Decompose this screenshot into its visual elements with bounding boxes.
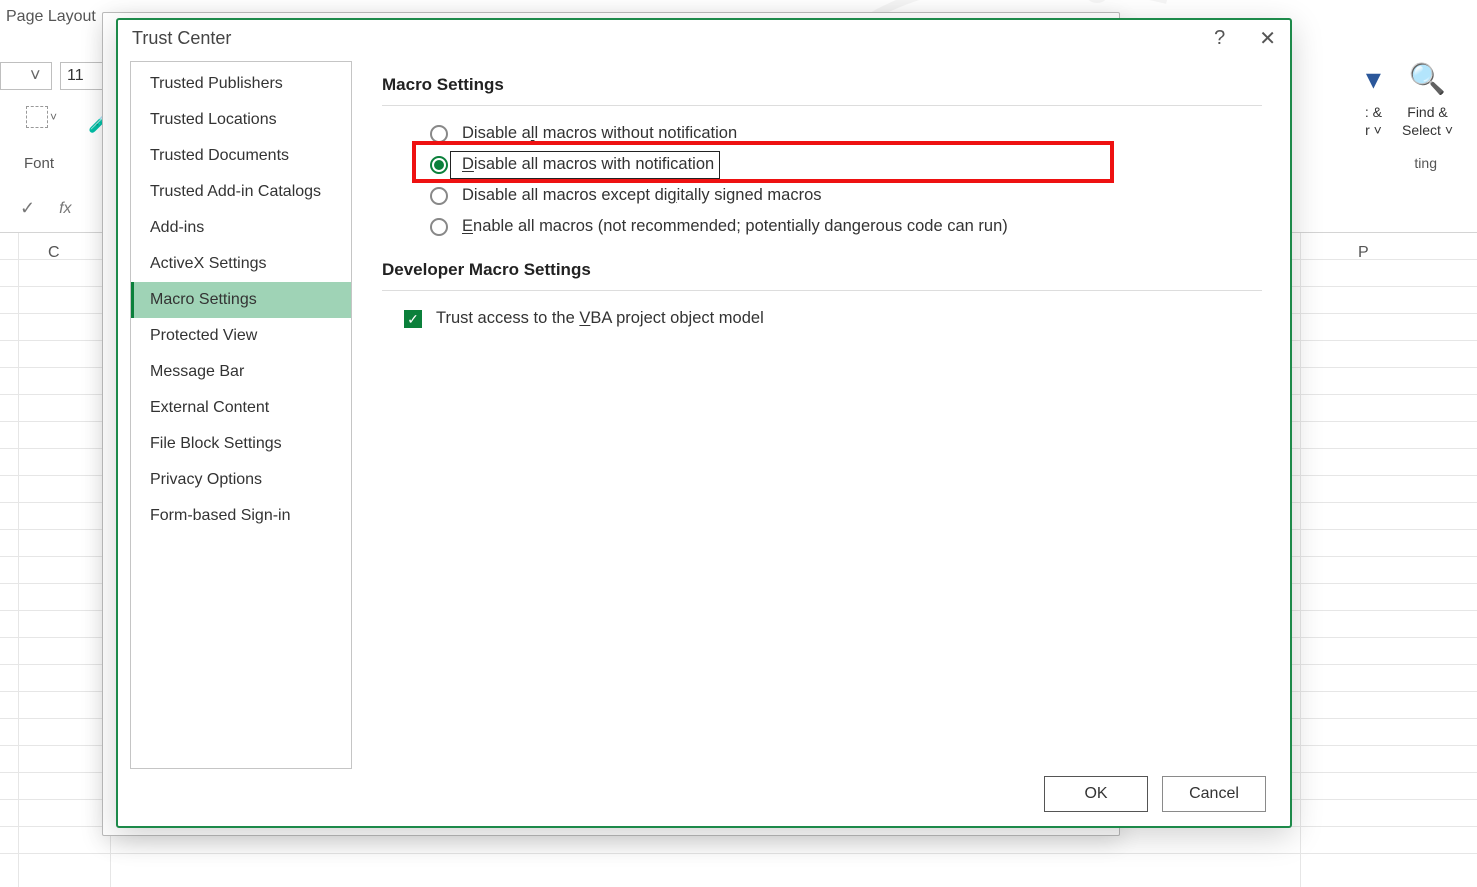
cancel-button[interactable]: Cancel (1162, 776, 1266, 812)
dialog-title: Trust Center (132, 28, 231, 49)
macro-settings-panel: Macro Settings Disable all macros withou… (352, 61, 1278, 768)
divider (382, 105, 1262, 106)
sidebar-item-add-ins[interactable]: Add-ins (131, 210, 351, 246)
radio-label: Disable all macros without notification (462, 124, 737, 143)
check-icon (20, 198, 35, 219)
find-select-button[interactable]: 🔍 Find &Select ˅ (1402, 60, 1453, 139)
fx-icon: fx (59, 200, 71, 218)
macro-radio-option-1[interactable]: Disable all macros with notification (382, 149, 1278, 180)
sidebar-item-file-block-settings[interactable]: File Block Settings (131, 426, 351, 462)
divider (382, 290, 1262, 291)
ok-button[interactable]: OK (1044, 776, 1148, 812)
macro-radio-option-2[interactable]: Disable all macros except digitally sign… (382, 180, 1278, 211)
sidebar-item-form-based-sign-in[interactable]: Form-based Sign-in (131, 498, 351, 534)
help-icon[interactable]: ? (1214, 27, 1225, 50)
sidebar-item-protected-view[interactable]: Protected View (131, 318, 351, 354)
ribbon-group-editing-partial: ting (1414, 155, 1437, 171)
radio-label: Enable all macros (not recommended; pote… (462, 217, 1008, 236)
chevron-down-icon: ˅ (50, 110, 57, 124)
sidebar-item-trusted-add-in-catalogs[interactable]: Trusted Add-in Catalogs (131, 174, 351, 210)
trust-vba-access-checkbox-row[interactable]: Trust access to the VBA project object m… (382, 303, 1278, 334)
borders-icon (26, 106, 48, 128)
ribbon-right-cluster: ▾ : &r ˅ 🔍 Find &Select ˅ (1365, 60, 1453, 139)
sidebar-item-activex-settings[interactable]: ActiveX Settings (131, 246, 351, 282)
radio-label: Disable all macros except digitally sign… (462, 186, 822, 205)
funnel-icon: ▾ (1365, 60, 1382, 99)
trust-vba-access-label: Trust access to the VBA project object m… (436, 309, 764, 328)
radio-icon[interactable] (430, 218, 448, 236)
macro-radio-option-0[interactable]: Disable all macros without notification (382, 118, 1278, 149)
ribbon-group-font: Font (24, 155, 54, 172)
sidebar-item-trusted-documents[interactable]: Trusted Documents (131, 138, 351, 174)
trust-center-dialog: Trust Center ? ✕ Trusted PublishersTrust… (116, 18, 1292, 828)
font-name-dd (0, 62, 52, 90)
font-size-input: 11 (60, 62, 108, 90)
ribbon-tab-page-layout: Page Layout (6, 8, 96, 26)
sidebar-item-message-bar[interactable]: Message Bar (131, 354, 351, 390)
search-icon: 🔍 (1402, 60, 1453, 99)
sidebar-item-trusted-publishers[interactable]: Trusted Publishers (131, 66, 351, 102)
section-title-developer: Developer Macro Settings (382, 260, 1278, 280)
radio-icon[interactable] (430, 125, 448, 143)
chevron-down-icon: ˅ (30, 65, 41, 86)
sidebar-item-privacy-options[interactable]: Privacy Options (131, 462, 351, 498)
checkbox-icon[interactable] (404, 310, 422, 328)
trust-center-sidebar: Trusted PublishersTrusted LocationsTrust… (130, 61, 352, 769)
dialog-footer: OK Cancel (118, 768, 1290, 826)
sidebar-item-macro-settings[interactable]: Macro Settings (131, 282, 351, 318)
macro-radio-option-3[interactable]: Enable all macros (not recommended; pote… (382, 211, 1278, 242)
sidebar-item-external-content[interactable]: External Content (131, 390, 351, 426)
close-icon[interactable]: ✕ (1259, 26, 1276, 51)
radio-icon[interactable] (430, 187, 448, 205)
radio-label: Disable all macros with notification (462, 155, 714, 174)
sidebar-item-trusted-locations[interactable]: Trusted Locations (131, 102, 351, 138)
sort-filter-partial: ▾ : &r ˅ (1365, 60, 1382, 139)
dialog-titlebar: Trust Center ? ✕ (118, 20, 1290, 61)
section-title-macro: Macro Settings (382, 75, 1278, 95)
formula-bar: fx (20, 198, 72, 219)
radio-icon[interactable] (430, 156, 448, 174)
